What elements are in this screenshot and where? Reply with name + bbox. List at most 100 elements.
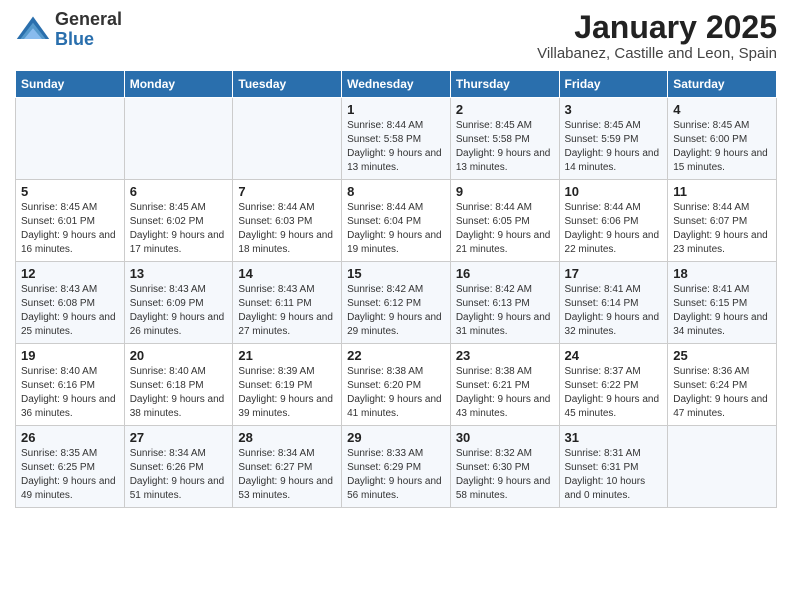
calendar-cell: 26Sunrise: 8:35 AMSunset: 6:25 PMDayligh… bbox=[16, 426, 125, 508]
weekday-header-sunday: Sunday bbox=[16, 71, 125, 98]
header: General Blue January 2025 Villabanez, Ca… bbox=[15, 10, 777, 62]
calendar-cell: 24 Sunrise: 8:37 AMSunset: 6:22 PMDayligh… bbox=[559, 344, 668, 426]
calendar-cell: 17 Sunrise: 8:41 AMSunset: 6:14 PMDayligh… bbox=[559, 262, 668, 344]
calendar-cell bbox=[16, 98, 125, 180]
calendar-week-2: 5 Sunrise: 8:45 AMSunset: 6:01 PMDaylight… bbox=[16, 180, 777, 262]
calendar-cell: 2 Sunrise: 8:45 AMSunset: 5:58 PMDaylight… bbox=[450, 98, 559, 180]
logo: General Blue bbox=[15, 10, 122, 50]
day-number: 5 bbox=[21, 184, 119, 199]
calendar-cell: 28 Sunrise: 8:34 AMSunset: 6:27 PMDayligh… bbox=[233, 426, 342, 508]
weekday-header-wednesday: Wednesday bbox=[342, 71, 451, 98]
calendar-cell: 7 Sunrise: 8:44 AMSunset: 6:03 PMDaylight… bbox=[233, 180, 342, 262]
day-number: 30 bbox=[456, 430, 554, 445]
day-info: Sunrise: 8:38 AMSunset: 6:21 PMDaylight:… bbox=[456, 366, 551, 419]
calendar-cell: 20Sunrise: 8:40 AMSunset: 6:18 PMDayligh… bbox=[124, 344, 233, 426]
calendar-cell: 15Sunrise: 8:42 AMSunset: 6:12 PMDayligh… bbox=[342, 262, 451, 344]
day-number: 19 bbox=[21, 348, 119, 363]
calendar-week-5: 26Sunrise: 8:35 AMSunset: 6:25 PMDayligh… bbox=[16, 426, 777, 508]
day-number: 18 bbox=[673, 266, 771, 281]
day-info: Sunrise: 8:45 AMSunset: 6:00 PMDaylight:… bbox=[673, 120, 768, 173]
calendar-cell: 3 Sunrise: 8:45 AMSunset: 5:59 PMDaylight… bbox=[559, 98, 668, 180]
calendar-cell: 23Sunrise: 8:38 AMSunset: 6:21 PMDayligh… bbox=[450, 344, 559, 426]
day-info: Sunrise: 8:45 AMSunset: 6:01 PMDaylight:… bbox=[21, 202, 116, 255]
day-number: 24 bbox=[565, 348, 663, 363]
calendar-cell: 12 Sunrise: 8:43 AMSunset: 6:08 PMDayligh… bbox=[16, 262, 125, 344]
day-number: 26 bbox=[21, 430, 119, 445]
calendar-cell: 31Sunrise: 8:31 AMSunset: 6:31 PMDayligh… bbox=[559, 426, 668, 508]
day-info: Sunrise: 8:42 AMSunset: 6:13 PMDaylight:… bbox=[456, 284, 551, 337]
day-number: 27 bbox=[130, 430, 228, 445]
weekday-header-friday: Friday bbox=[559, 71, 668, 98]
calendar-cell: 5 Sunrise: 8:45 AMSunset: 6:01 PMDaylight… bbox=[16, 180, 125, 262]
day-number: 20 bbox=[130, 348, 228, 363]
calendar-cell: 22 Sunrise: 8:38 AMSunset: 6:20 PMDayligh… bbox=[342, 344, 451, 426]
page: General Blue January 2025 Villabanez, Ca… bbox=[0, 0, 792, 523]
day-number: 25 bbox=[673, 348, 771, 363]
day-number: 8 bbox=[347, 184, 445, 199]
calendar-cell bbox=[124, 98, 233, 180]
weekday-header-thursday: Thursday bbox=[450, 71, 559, 98]
logo-general: General bbox=[55, 10, 122, 30]
day-info: Sunrise: 8:34 AMSunset: 6:27 PMDaylight:… bbox=[238, 448, 333, 501]
calendar-cell: 30 Sunrise: 8:32 AMSunset: 6:30 PMDayligh… bbox=[450, 426, 559, 508]
day-info: Sunrise: 8:33 AMSunset: 6:29 PMDaylight:… bbox=[347, 448, 442, 501]
day-number: 1 bbox=[347, 102, 445, 117]
day-info: Sunrise: 8:43 AMSunset: 6:09 PMDaylight:… bbox=[130, 284, 225, 337]
calendar-cell: 29Sunrise: 8:33 AMSunset: 6:29 PMDayligh… bbox=[342, 426, 451, 508]
day-info: Sunrise: 8:40 AMSunset: 6:16 PMDaylight:… bbox=[21, 366, 116, 419]
calendar-cell: 19 Sunrise: 8:40 AMSunset: 6:16 PMDayligh… bbox=[16, 344, 125, 426]
day-info: Sunrise: 8:45 AMSunset: 6:02 PMDaylight:… bbox=[130, 202, 225, 255]
day-info: Sunrise: 8:38 AMSunset: 6:20 PMDaylight:… bbox=[347, 366, 442, 419]
day-info: Sunrise: 8:41 AMSunset: 6:14 PMDaylight:… bbox=[565, 284, 660, 337]
day-info: Sunrise: 8:32 AMSunset: 6:30 PMDaylight:… bbox=[456, 448, 551, 501]
weekday-header-saturday: Saturday bbox=[668, 71, 777, 98]
day-number: 2 bbox=[456, 102, 554, 117]
calendar-cell: 6 Sunrise: 8:45 AMSunset: 6:02 PMDaylight… bbox=[124, 180, 233, 262]
calendar-week-1: 1Sunrise: 8:44 AMSunset: 5:58 PMDaylight… bbox=[16, 98, 777, 180]
day-info: Sunrise: 8:34 AMSunset: 6:26 PMDaylight:… bbox=[130, 448, 225, 501]
day-number: 11 bbox=[673, 184, 771, 199]
logo-blue: Blue bbox=[55, 30, 122, 50]
day-number: 21 bbox=[238, 348, 336, 363]
day-number: 17 bbox=[565, 266, 663, 281]
day-info: Sunrise: 8:43 AMSunset: 6:11 PMDaylight:… bbox=[238, 284, 333, 337]
day-info: Sunrise: 8:44 AMSunset: 6:07 PMDaylight:… bbox=[673, 202, 768, 255]
calendar-cell: 9 Sunrise: 8:44 AMSunset: 6:05 PMDaylight… bbox=[450, 180, 559, 262]
calendar-cell: 10 Sunrise: 8:44 AMSunset: 6:06 PMDayligh… bbox=[559, 180, 668, 262]
day-number: 6 bbox=[130, 184, 228, 199]
calendar-table: SundayMondayTuesdayWednesdayThursdayFrid… bbox=[15, 70, 777, 508]
day-info: Sunrise: 8:45 AMSunset: 5:58 PMDaylight:… bbox=[456, 120, 551, 173]
day-info: Sunrise: 8:42 AMSunset: 6:12 PMDaylight:… bbox=[347, 284, 442, 337]
calendar-cell: 25Sunrise: 8:36 AMSunset: 6:24 PMDayligh… bbox=[668, 344, 777, 426]
day-number: 10 bbox=[565, 184, 663, 199]
day-number: 12 bbox=[21, 266, 119, 281]
day-number: 22 bbox=[347, 348, 445, 363]
calendar-cell: 21Sunrise: 8:39 AMSunset: 6:19 PMDayligh… bbox=[233, 344, 342, 426]
calendar-cell: 18Sunrise: 8:41 AMSunset: 6:15 PMDayligh… bbox=[668, 262, 777, 344]
weekday-header-tuesday: Tuesday bbox=[233, 71, 342, 98]
day-info: Sunrise: 8:45 AMSunset: 5:59 PMDaylight:… bbox=[565, 120, 660, 173]
calendar-week-4: 19 Sunrise: 8:40 AMSunset: 6:16 PMDayligh… bbox=[16, 344, 777, 426]
day-number: 3 bbox=[565, 102, 663, 117]
day-number: 31 bbox=[565, 430, 663, 445]
calendar-cell: 1Sunrise: 8:44 AMSunset: 5:58 PMDaylight… bbox=[342, 98, 451, 180]
day-number: 9 bbox=[456, 184, 554, 199]
day-info: Sunrise: 8:37 AMSunset: 6:22 PMDaylight:… bbox=[565, 366, 660, 419]
day-info: Sunrise: 8:43 AMSunset: 6:08 PMDaylight:… bbox=[21, 284, 116, 337]
day-info: Sunrise: 8:44 AMSunset: 6:05 PMDaylight:… bbox=[456, 202, 551, 255]
calendar-week-3: 12 Sunrise: 8:43 AMSunset: 6:08 PMDayligh… bbox=[16, 262, 777, 344]
day-info: Sunrise: 8:44 AMSunset: 6:03 PMDaylight:… bbox=[238, 202, 333, 255]
page-subtitle: Villabanez, Castille and Leon, Spain bbox=[537, 45, 777, 62]
calendar-cell: 11 Sunrise: 8:44 AMSunset: 6:07 PMDayligh… bbox=[668, 180, 777, 262]
page-title: January 2025 bbox=[537, 10, 777, 45]
calendar-cell: 8Sunrise: 8:44 AMSunset: 6:04 PMDaylight… bbox=[342, 180, 451, 262]
calendar-cell: 4Sunrise: 8:45 AMSunset: 6:00 PMDaylight… bbox=[668, 98, 777, 180]
day-info: Sunrise: 8:44 AMSunset: 6:06 PMDaylight:… bbox=[565, 202, 660, 255]
day-number: 28 bbox=[238, 430, 336, 445]
day-number: 7 bbox=[238, 184, 336, 199]
title-block: January 2025 Villabanez, Castille and Le… bbox=[537, 10, 777, 62]
day-number: 16 bbox=[456, 266, 554, 281]
calendar-cell: 16 Sunrise: 8:42 AMSunset: 6:13 PMDayligh… bbox=[450, 262, 559, 344]
day-number: 14 bbox=[238, 266, 336, 281]
calendar-cell bbox=[233, 98, 342, 180]
